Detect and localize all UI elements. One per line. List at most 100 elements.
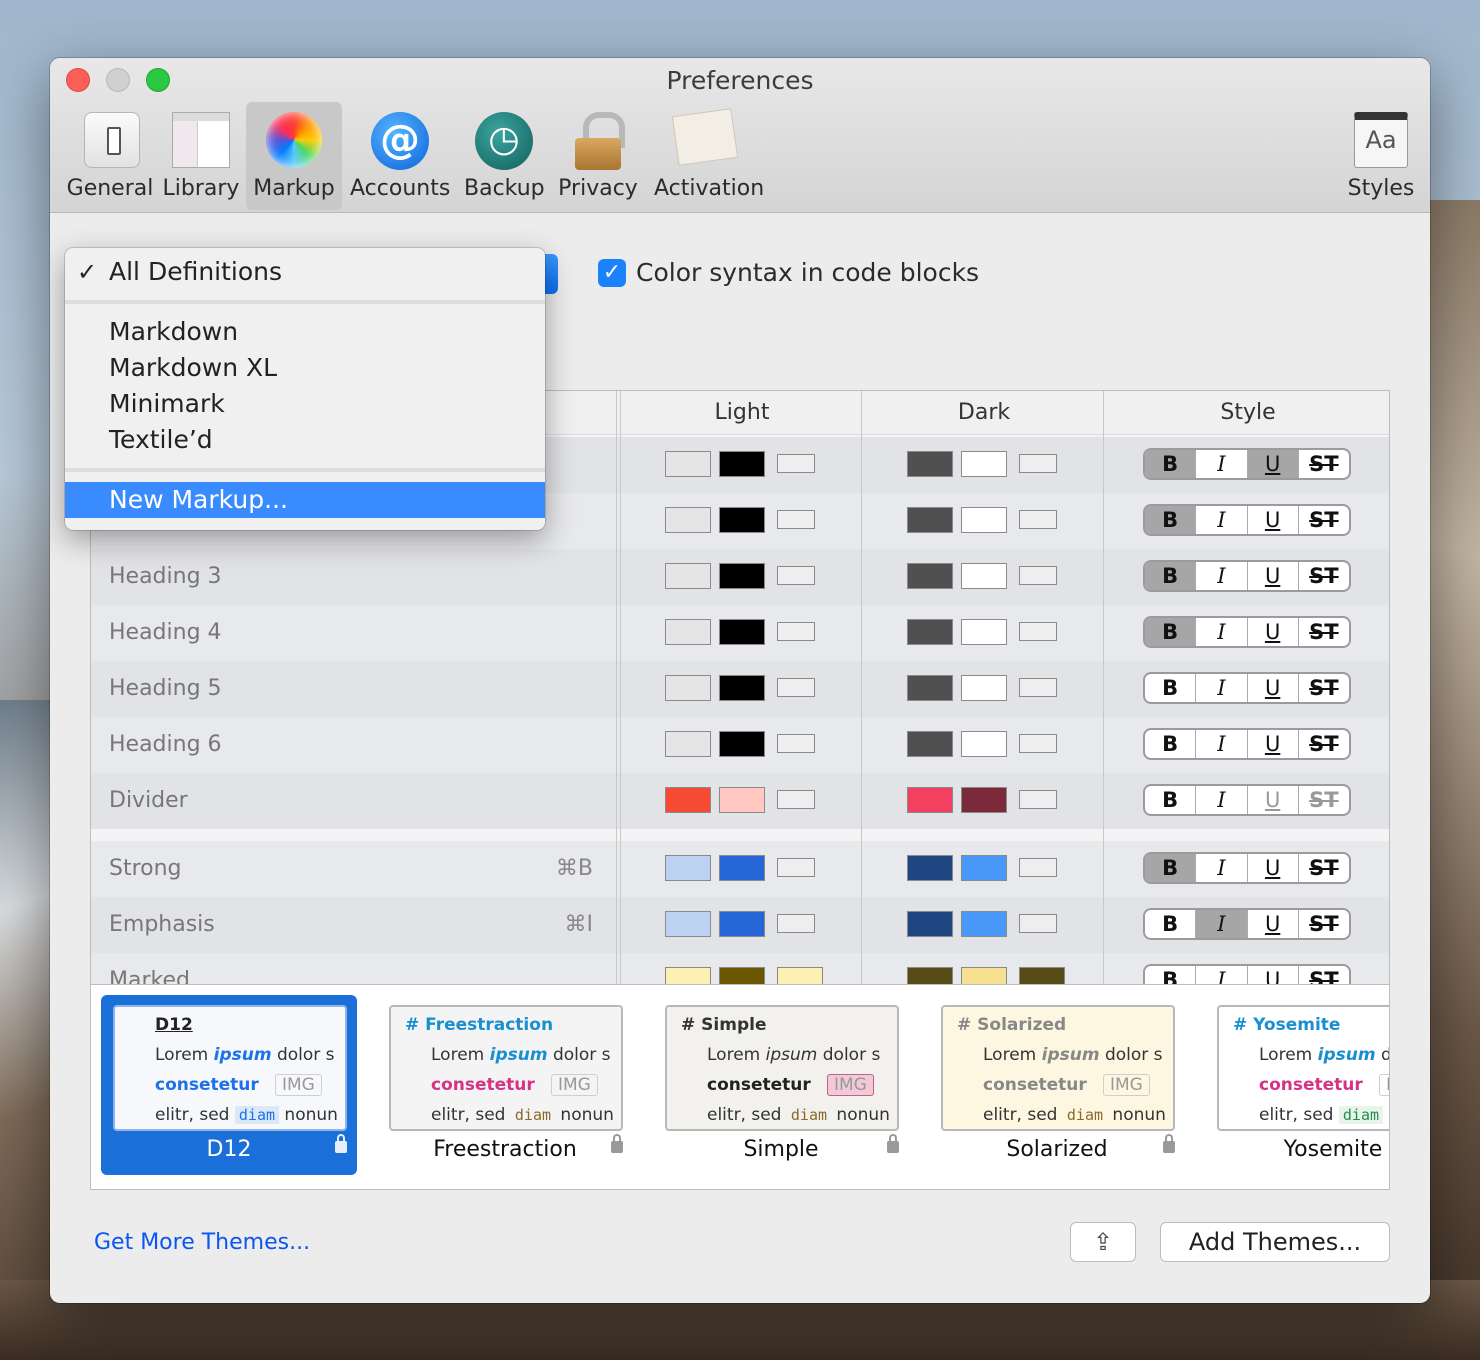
dark-color-swatch[interactable]	[907, 563, 953, 589]
dark-color-swatch[interactable]	[961, 619, 1007, 645]
light-color-swatch[interactable]	[665, 507, 711, 533]
light-color-swatch[interactable]	[719, 731, 765, 757]
dark-color-swatch[interactable]	[961, 675, 1007, 701]
italic-toggle[interactable]: I	[1196, 910, 1248, 938]
light-color-swatch[interactable]	[719, 451, 765, 477]
dark-color-swatch[interactable]	[961, 911, 1007, 937]
dark-color-swatch[interactable]	[1019, 678, 1057, 697]
italic-toggle[interactable]: I	[1196, 674, 1248, 702]
strikethrough-toggle[interactable]: ST	[1299, 506, 1349, 534]
underline-toggle[interactable]: U	[1247, 450, 1299, 478]
color-syntax-checkbox[interactable]: ✓	[598, 258, 626, 287]
tab-general[interactable]: General	[65, 102, 155, 210]
light-color-swatch[interactable]	[665, 855, 711, 881]
light-color-swatch[interactable]	[665, 563, 711, 589]
strikethrough-toggle[interactable]: ST	[1299, 674, 1349, 702]
tab-library[interactable]: Library	[160, 102, 242, 210]
strikethrough-toggle[interactable]: ST	[1299, 854, 1349, 882]
dark-color-swatch[interactable]	[907, 507, 953, 533]
dark-color-swatch[interactable]	[907, 731, 953, 757]
strikethrough-toggle[interactable]: ST	[1299, 730, 1349, 758]
dark-color-swatch[interactable]	[961, 731, 1007, 757]
dark-color-swatch[interactable]	[1019, 622, 1057, 641]
light-color-swatch[interactable]	[719, 787, 765, 813]
light-color-swatch[interactable]	[719, 855, 765, 881]
dark-color-swatch[interactable]	[961, 451, 1007, 477]
underline-toggle[interactable]: U	[1248, 730, 1299, 758]
theme-item[interactable]: D12 Lorem ipsum dolor s consetetur IMG elit…	[101, 995, 357, 1175]
bold-toggle[interactable]: B	[1145, 786, 1197, 814]
add-themes-button[interactable]: Add Themes...	[1160, 1222, 1390, 1262]
theme-item[interactable]: # Yosemite Lorem ipsum dolor s consetetur …	[1205, 995, 1389, 1175]
theme-item[interactable]: # Simple Lorem ipsum dolor s consetetur IM…	[653, 995, 909, 1175]
light-color-swatch[interactable]	[665, 619, 711, 645]
italic-toggle[interactable]: I	[1196, 562, 1248, 590]
share-button[interactable]: ⇪	[1070, 1222, 1136, 1262]
menu-item-markdown[interactable]: Markdown	[65, 314, 545, 350]
menu-item-new-markup[interactable]: New Markup...	[65, 482, 545, 518]
dark-color-swatch[interactable]	[1019, 914, 1057, 933]
dark-color-swatch[interactable]	[1019, 510, 1057, 529]
dark-color-swatch[interactable]	[1019, 454, 1057, 473]
dark-color-swatch[interactable]	[961, 563, 1007, 589]
light-color-swatch[interactable]	[777, 734, 815, 753]
underline-toggle[interactable]: U	[1248, 674, 1299, 702]
bold-toggle[interactable]: B	[1145, 618, 1197, 646]
strikethrough-toggle[interactable]: ST	[1299, 450, 1349, 478]
light-color-swatch[interactable]	[665, 451, 711, 477]
light-color-swatch[interactable]	[665, 675, 711, 701]
underline-toggle[interactable]: U	[1248, 618, 1299, 646]
menu-item-minimark[interactable]: Minimark	[65, 386, 545, 422]
dark-color-swatch[interactable]	[907, 675, 953, 701]
tab-markup[interactable]: Markup	[246, 102, 342, 210]
light-color-swatch[interactable]	[777, 622, 815, 641]
underline-toggle[interactable]: U	[1248, 854, 1299, 882]
underline-toggle[interactable]: U	[1248, 506, 1299, 534]
menu-item-textiled[interactable]: Textile’d	[65, 422, 545, 458]
light-color-swatch[interactable]	[665, 787, 711, 813]
underline-toggle[interactable]: U	[1248, 910, 1299, 938]
italic-toggle[interactable]: I	[1196, 506, 1248, 534]
theme-item[interactable]: # Solarized Lorem ipsum dolor s consetetur…	[929, 995, 1185, 1175]
italic-toggle[interactable]: I	[1196, 786, 1248, 814]
light-color-swatch[interactable]	[719, 675, 765, 701]
bold-toggle[interactable]: B	[1145, 730, 1197, 758]
light-color-swatch[interactable]	[719, 507, 765, 533]
tab-backup[interactable]: ◷ Backup	[464, 102, 545, 210]
italic-toggle[interactable]: I	[1196, 618, 1248, 646]
table-row[interactable]: Divider B I U ST	[91, 773, 1389, 829]
light-color-swatch[interactable]	[777, 678, 815, 697]
light-color-swatch[interactable]	[777, 858, 815, 877]
dark-color-swatch[interactable]	[961, 855, 1007, 881]
tab-privacy[interactable]: Privacy	[556, 102, 640, 210]
light-color-swatch[interactable]	[665, 731, 711, 757]
dark-color-swatch[interactable]	[961, 787, 1007, 813]
dark-color-swatch[interactable]	[907, 787, 953, 813]
table-row[interactable]: Heading 4 B I U ST	[91, 605, 1389, 661]
color-syntax-option[interactable]: ✓ Color syntax in code blocks	[598, 258, 979, 287]
table-row[interactable]: Strong ⌘B B I U ST	[91, 841, 1389, 897]
light-color-swatch[interactable]	[777, 510, 815, 529]
bold-toggle[interactable]: B	[1145, 674, 1197, 702]
dark-color-swatch[interactable]	[907, 619, 953, 645]
theme-item[interactable]: # Freestraction Lorem ipsum dolor s conset…	[377, 995, 633, 1175]
dark-color-swatch[interactable]	[1019, 734, 1057, 753]
bold-toggle[interactable]: B	[1145, 450, 1197, 478]
strikethrough-toggle[interactable]: ST	[1299, 910, 1349, 938]
dark-color-swatch[interactable]	[1019, 790, 1057, 809]
underline-toggle[interactable]: U	[1248, 562, 1299, 590]
table-row[interactable]: Heading 5 B I U ST	[91, 661, 1389, 717]
menu-item-all-definitions[interactable]: ✓ All Definitions	[65, 254, 545, 290]
dark-color-swatch[interactable]	[961, 507, 1007, 533]
light-color-swatch[interactable]	[777, 454, 815, 473]
light-color-swatch[interactable]	[719, 911, 765, 937]
italic-toggle[interactable]: I	[1196, 730, 1248, 758]
dark-color-swatch[interactable]	[1019, 566, 1057, 585]
bold-toggle[interactable]: B	[1145, 506, 1197, 534]
dark-color-swatch[interactable]	[907, 855, 953, 881]
light-color-swatch[interactable]	[777, 566, 815, 585]
light-color-swatch[interactable]	[719, 563, 765, 589]
light-color-swatch[interactable]	[777, 914, 815, 933]
underline-toggle[interactable]: U	[1248, 786, 1299, 814]
table-row[interactable]: Heading 6 B I U ST	[91, 717, 1389, 773]
